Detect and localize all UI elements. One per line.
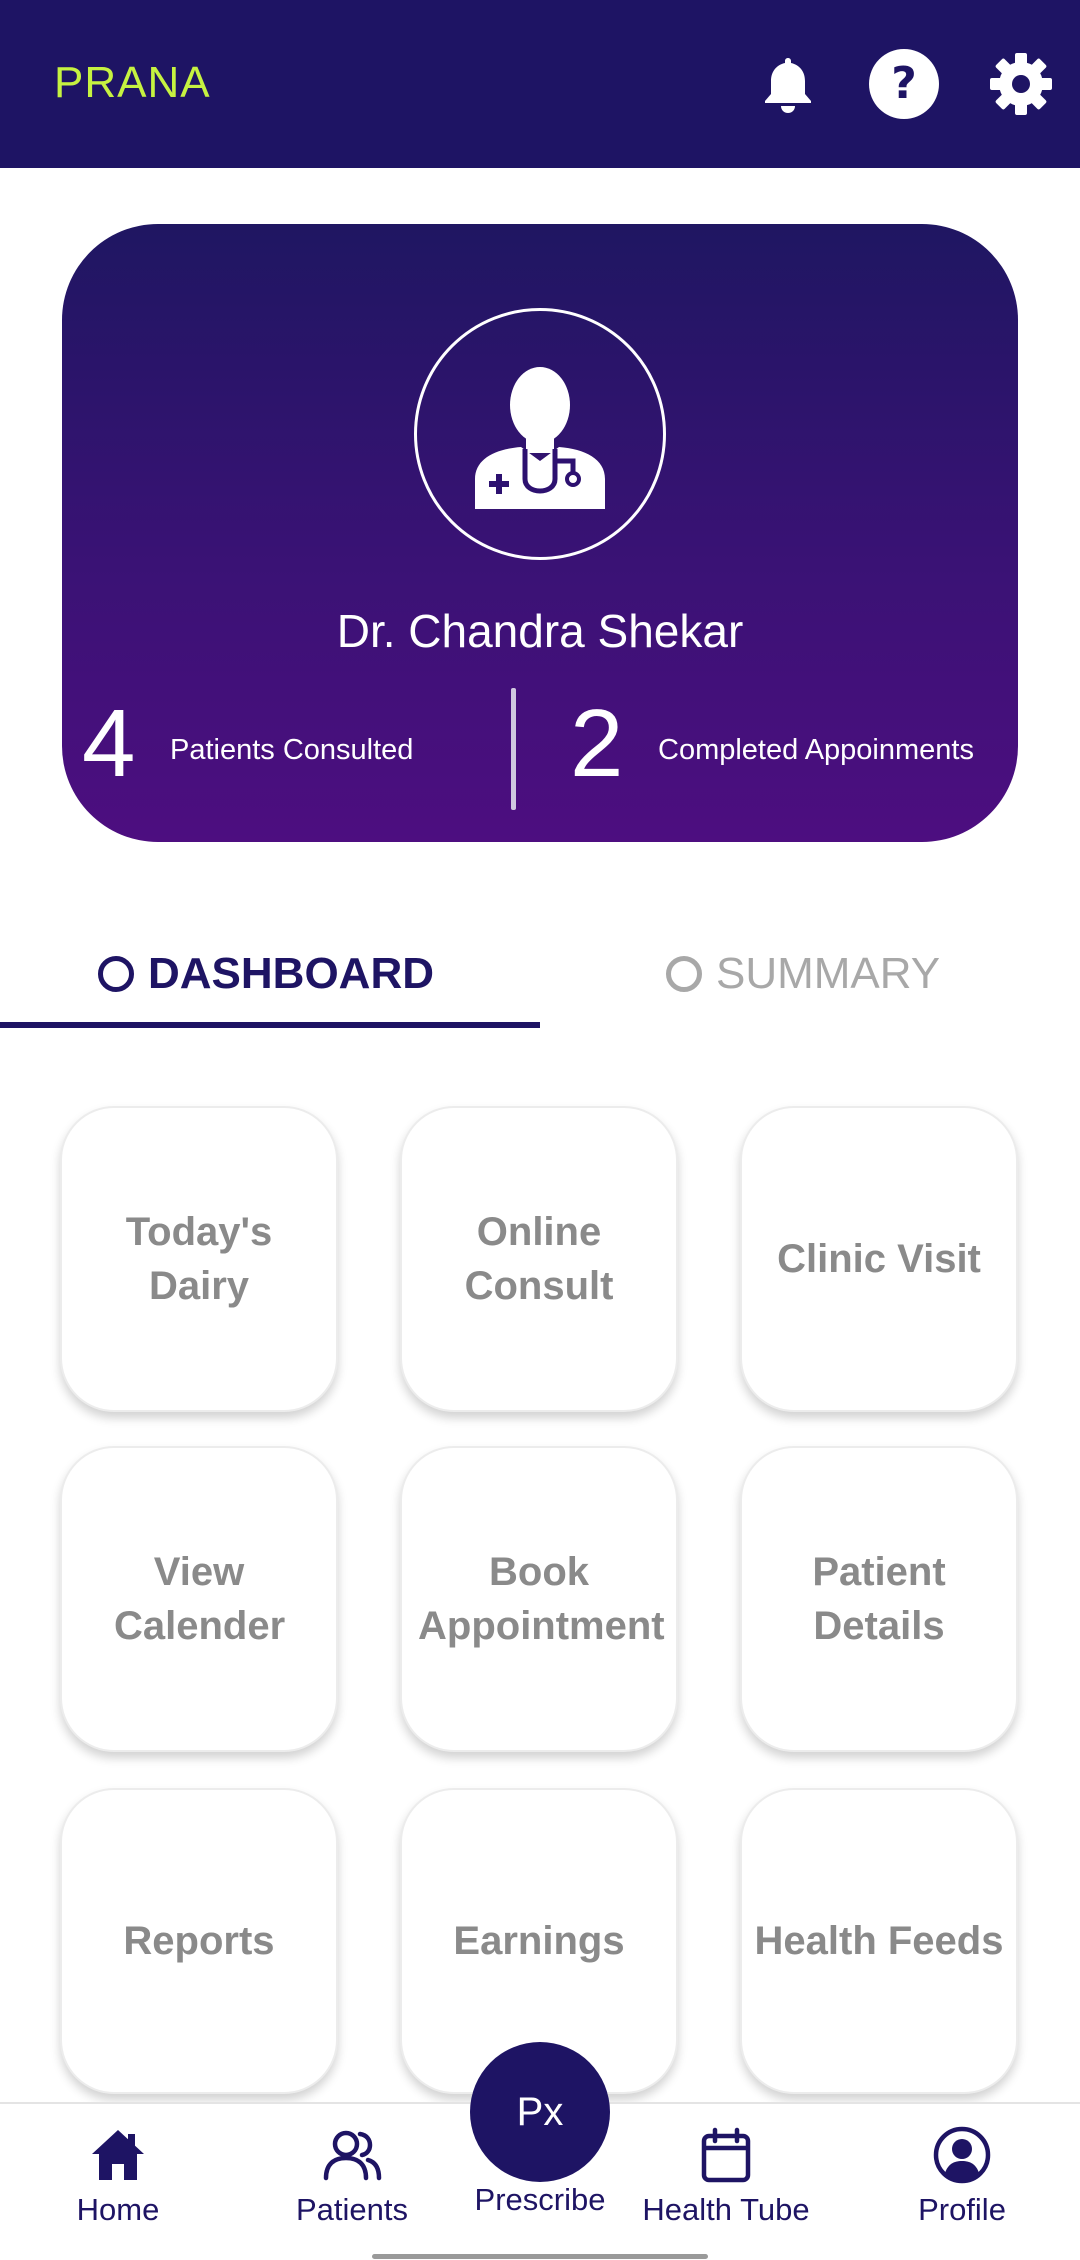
tile-label: Book Appointment xyxy=(418,1550,665,1648)
tile-label: Reports xyxy=(123,1919,275,1963)
svg-text:?: ? xyxy=(891,58,917,109)
nav-home[interactable]: Home xyxy=(18,2126,218,2228)
gear-icon[interactable] xyxy=(985,48,1057,120)
users-icon xyxy=(323,2130,382,2181)
tile-clinic-visit[interactable]: Clinic Visit xyxy=(740,1106,1018,1412)
home-icon xyxy=(92,2130,144,2180)
completed-appointments-label: Completed Appoinments xyxy=(658,734,974,766)
nav-prescribe-label[interactable]: Prescribe xyxy=(440,2182,640,2218)
profile-icon xyxy=(933,2126,991,2184)
tile-health-feeds[interactable]: Health Feeds xyxy=(740,1788,1018,2094)
tile-book-appointment[interactable]: Book Appointment xyxy=(400,1446,678,1752)
nav-health-tube-label: Health Tube xyxy=(642,2192,810,2227)
nav-patients-label: Patients xyxy=(295,2192,408,2227)
doctor-icon xyxy=(475,367,605,509)
home-indicator[interactable] xyxy=(372,2254,708,2259)
nav-profile[interactable]: Profile xyxy=(862,2126,1062,2228)
bell-icon[interactable] xyxy=(752,48,824,120)
prescribe-fab-text: Px xyxy=(516,2089,564,2134)
tile-patient-details[interactable]: Patient Details xyxy=(740,1446,1018,1752)
tile-todays-dairy[interactable]: Today's Dairy xyxy=(60,1106,338,1412)
tile-view-calender[interactable]: View Calender xyxy=(60,1446,338,1752)
tile-label: Clinic Visit xyxy=(777,1237,981,1281)
profile-card: Dr. Chandra Shekar 4 Patients Consulted … xyxy=(62,224,1018,842)
app-title: PRANA xyxy=(54,58,211,107)
help-icon[interactable]: ? xyxy=(868,48,940,120)
tile-online-consult[interactable]: Online Consult xyxy=(400,1106,678,1412)
tile-label: Patient Details xyxy=(812,1550,946,1648)
nav-health-tube[interactable]: Health Tube xyxy=(626,2126,826,2228)
tab-summary[interactable]: SUMMARY xyxy=(666,924,940,1024)
doctor-name: Dr. Chandra Shekar xyxy=(336,605,744,657)
tile-label: Health Feeds xyxy=(754,1919,1004,1963)
calendar-icon xyxy=(701,2127,751,2183)
tab-dashboard-label: DASHBOARD xyxy=(148,949,434,998)
nav-patients[interactable]: Patients xyxy=(252,2126,452,2228)
tab-summary-label: SUMMARY xyxy=(716,949,941,998)
prescribe-fab-button[interactable]: Px xyxy=(470,2042,610,2182)
tile-label: Online Consult xyxy=(464,1210,614,1308)
tile-label: View Calender xyxy=(114,1550,286,1648)
nav-profile-label: Profile xyxy=(918,2192,1006,2227)
stat-divider xyxy=(511,688,516,810)
nav-home-label: Home xyxy=(76,2192,160,2227)
patients-consulted-label: Patients Consulted xyxy=(170,734,414,766)
tile-label: Earnings xyxy=(453,1919,625,1963)
radio-indicator-icon xyxy=(666,956,702,992)
tile-label: Today's Dairy xyxy=(125,1210,273,1308)
tile-reports[interactable]: Reports xyxy=(60,1788,338,2094)
tab-dashboard[interactable]: DASHBOARD xyxy=(98,924,434,1024)
top-app-bar: PRANA ? xyxy=(0,0,1080,168)
completed-appointments-count: 2 xyxy=(570,690,624,797)
radio-indicator-icon xyxy=(98,956,134,992)
patients-consulted-count: 4 xyxy=(82,690,136,797)
doctor-avatar[interactable] xyxy=(414,308,666,560)
active-tab-underline xyxy=(0,1022,540,1028)
